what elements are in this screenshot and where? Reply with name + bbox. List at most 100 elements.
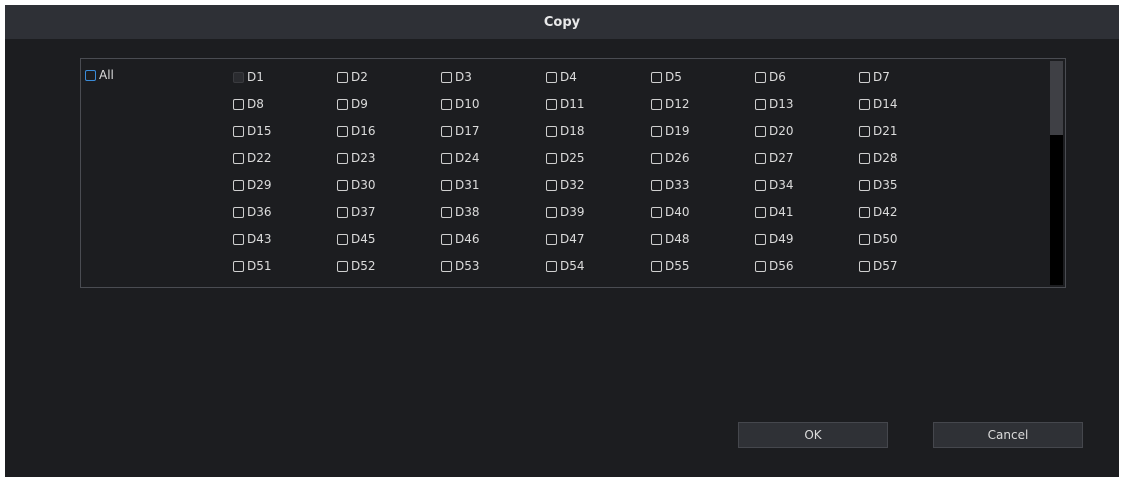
channel-checkbox-d18[interactable]: D18 (546, 124, 585, 138)
checkbox-icon[interactable] (337, 125, 348, 137)
channel-checkbox-d13[interactable]: D13 (755, 97, 794, 111)
checkbox-icon[interactable] (859, 260, 870, 272)
checkbox-icon[interactable] (337, 233, 348, 245)
channel-checkbox-d58[interactable]: D58 (233, 286, 272, 289)
checkbox-icon[interactable] (337, 288, 348, 289)
channel-checkbox-d25[interactable]: D25 (546, 151, 585, 165)
checkbox-icon[interactable] (859, 179, 870, 191)
channel-checkbox-d36[interactable]: D36 (233, 205, 272, 219)
checkbox-icon[interactable] (546, 71, 557, 83)
channel-checkbox-d28[interactable]: D28 (859, 151, 898, 165)
channel-checkbox-d27[interactable]: D27 (755, 151, 794, 165)
checkbox-icon[interactable] (441, 233, 452, 245)
channel-checkbox-d39[interactable]: D39 (546, 205, 585, 219)
channel-checkbox-d60[interactable]: D60 (441, 286, 480, 289)
channel-checkbox-d2[interactable]: D2 (337, 70, 368, 84)
channel-checkbox-d1[interactable]: D1 (233, 70, 264, 84)
checkbox-icon[interactable] (755, 206, 766, 218)
channel-checkbox-d59[interactable]: D59 (337, 286, 376, 289)
ok-button[interactable]: OK (738, 422, 888, 448)
checkbox-icon[interactable] (441, 260, 452, 272)
checkbox-icon[interactable] (233, 260, 244, 272)
channel-checkbox-d8[interactable]: D8 (233, 97, 264, 111)
checkbox-icon[interactable] (546, 125, 557, 137)
channel-checkbox-d55[interactable]: D55 (651, 259, 690, 273)
channel-checkbox-d3[interactable]: D3 (441, 70, 472, 84)
channel-checkbox-d21[interactable]: D21 (859, 124, 898, 138)
channel-checkbox-d23[interactable]: D23 (337, 151, 376, 165)
checkbox-icon[interactable] (859, 125, 870, 137)
channel-checkbox-d48[interactable]: D48 (651, 232, 690, 246)
channel-checkbox-d12[interactable]: D12 (651, 97, 690, 111)
channel-checkbox-d4[interactable]: D4 (546, 70, 577, 84)
channel-checkbox-d56[interactable]: D56 (755, 259, 794, 273)
channel-checkbox-d49[interactable]: D49 (755, 232, 794, 246)
channel-checkbox-d34[interactable]: D34 (755, 178, 794, 192)
checkbox-icon[interactable] (546, 179, 557, 191)
checkbox-icon[interactable] (859, 233, 870, 245)
channel-checkbox-d19[interactable]: D19 (651, 124, 690, 138)
channel-checkbox-d33[interactable]: D33 (651, 178, 690, 192)
checkbox-icon[interactable] (755, 233, 766, 245)
channel-checkbox-d52[interactable]: D52 (337, 259, 376, 273)
channel-checkbox-d45[interactable]: D45 (337, 232, 376, 246)
channel-checkbox-d31[interactable]: D31 (441, 178, 480, 192)
checkbox-icon[interactable] (651, 233, 662, 245)
channel-checkbox-d54[interactable]: D54 (546, 259, 585, 273)
channel-checkbox-d40[interactable]: D40 (651, 205, 690, 219)
checkbox-icon[interactable] (859, 71, 870, 83)
checkbox-icon[interactable] (755, 125, 766, 137)
checkbox-icon[interactable] (859, 152, 870, 164)
channel-checkbox-d26[interactable]: D26 (651, 151, 690, 165)
channel-checkbox-d7[interactable]: D7 (859, 70, 890, 84)
checkbox-icon[interactable] (859, 288, 870, 289)
checkbox-icon[interactable] (755, 71, 766, 83)
channel-checkbox-d30[interactable]: D30 (337, 178, 376, 192)
checkbox-icon[interactable] (441, 288, 452, 289)
checkbox-icon[interactable] (441, 71, 452, 83)
channel-checkbox-d50[interactable]: D50 (859, 232, 898, 246)
checkbox-icon[interactable] (546, 260, 557, 272)
checkbox-icon[interactable] (755, 288, 766, 289)
channel-checkbox-d62[interactable]: D62 (651, 286, 690, 287)
checkbox-icon[interactable] (651, 260, 662, 272)
channel-checkbox-d24[interactable]: D24 (441, 151, 480, 165)
checkbox-icon[interactable] (233, 125, 244, 137)
channel-checkbox-d22[interactable]: D22 (233, 151, 272, 165)
checkbox-icon[interactable] (546, 233, 557, 245)
channel-checkbox-d35[interactable]: D35 (859, 178, 898, 192)
checkbox-icon[interactable] (441, 152, 452, 164)
checkbox-icon[interactable] (441, 179, 452, 191)
checkbox-icon[interactable] (337, 260, 348, 272)
checkbox-icon[interactable] (546, 206, 557, 218)
checkbox-icon[interactable] (651, 206, 662, 218)
checkbox-icon[interactable] (859, 206, 870, 218)
channel-checkbox-d14[interactable]: D14 (859, 97, 898, 111)
scrollbar-thumb[interactable] (1050, 61, 1063, 135)
channel-checkbox-d61[interactable]: D61 (546, 286, 585, 287)
channel-checkbox-d47[interactable]: D47 (546, 232, 585, 246)
channel-checkbox-d63[interactable]: D63 (755, 286, 794, 289)
channel-checkbox-d53[interactable]: D53 (441, 259, 480, 273)
checkbox-icon[interactable] (755, 260, 766, 272)
checkbox-icon[interactable] (85, 69, 96, 81)
checkbox-icon[interactable] (441, 98, 452, 110)
checkbox-icon[interactable] (441, 206, 452, 218)
checkbox-icon[interactable] (859, 98, 870, 110)
checkbox-icon[interactable] (337, 206, 348, 218)
checkbox-icon[interactable] (233, 71, 244, 83)
scrollbar[interactable] (1050, 61, 1063, 285)
channel-checkbox-d43[interactable]: D43 (233, 232, 272, 246)
checkbox-icon[interactable] (233, 98, 244, 110)
cancel-button[interactable]: Cancel (933, 422, 1083, 448)
channel-checkbox-d6[interactable]: D6 (755, 70, 786, 84)
checkbox-icon[interactable] (233, 152, 244, 164)
channel-checkbox-d51[interactable]: D51 (233, 259, 272, 273)
checkbox-icon[interactable] (233, 288, 244, 289)
channel-checkbox-d41[interactable]: D41 (755, 205, 794, 219)
checkbox-icon[interactable] (651, 71, 662, 83)
channel-checkbox-d64[interactable]: D64 (859, 286, 898, 289)
channel-checkbox-d42[interactable]: D42 (859, 205, 898, 219)
checkbox-icon[interactable] (337, 152, 348, 164)
channel-checkbox-d37[interactable]: D37 (337, 205, 376, 219)
